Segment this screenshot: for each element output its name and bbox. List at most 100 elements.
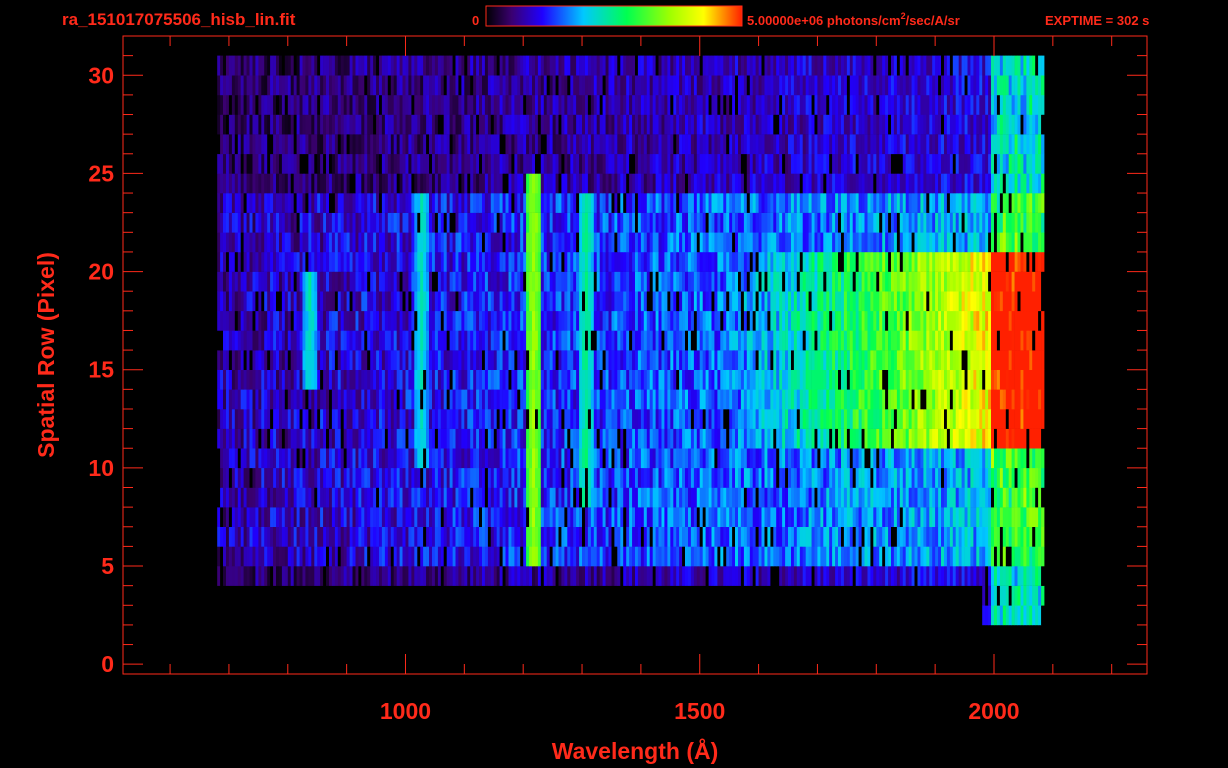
heatmap-cell bbox=[1032, 585, 1036, 606]
heatmap-cell bbox=[284, 232, 289, 253]
heatmap-cell bbox=[861, 546, 865, 567]
heatmap-cell bbox=[876, 566, 880, 586]
heatmap-cell bbox=[814, 350, 818, 370]
heatmap-cell bbox=[696, 310, 701, 331]
heatmap-cell bbox=[961, 369, 965, 390]
heatmap-cell bbox=[458, 232, 462, 253]
heatmap-cell bbox=[293, 291, 297, 312]
heatmap-cell bbox=[614, 232, 618, 253]
heatmap-cell bbox=[523, 487, 527, 508]
heatmap-cell bbox=[805, 566, 809, 586]
heatmap-cell bbox=[261, 546, 265, 567]
heatmap-cell bbox=[843, 448, 848, 469]
heatmap-cell bbox=[314, 350, 318, 370]
heatmap-cell bbox=[705, 507, 709, 527]
heatmap-cell bbox=[273, 251, 277, 272]
heatmap-cell bbox=[573, 526, 577, 547]
heatmap-cell bbox=[349, 330, 353, 351]
heatmap-cell bbox=[979, 350, 983, 370]
heatmap-cell bbox=[661, 330, 665, 351]
heatmap-cell bbox=[782, 271, 786, 292]
heatmap-cell bbox=[893, 291, 898, 312]
heatmap-cell bbox=[470, 330, 474, 351]
heatmap-cell bbox=[414, 566, 418, 586]
heatmap-cell bbox=[479, 271, 483, 292]
heatmap-cell bbox=[1008, 350, 1012, 370]
heatmap-cell bbox=[738, 369, 742, 390]
heatmap-cell bbox=[852, 526, 856, 547]
heatmap-cell bbox=[287, 487, 292, 508]
heatmap-cell bbox=[888, 448, 892, 469]
heatmap-cell bbox=[949, 409, 954, 429]
heatmap-cell bbox=[284, 566, 289, 586]
heatmap-cell bbox=[967, 330, 971, 351]
heatmap-cell bbox=[520, 350, 524, 370]
heatmap-cell bbox=[323, 566, 327, 586]
heatmap-cell bbox=[820, 507, 824, 527]
heatmap-cell bbox=[979, 546, 983, 567]
heatmap-cell bbox=[237, 251, 242, 272]
heatmap-cell bbox=[740, 448, 745, 469]
heatmap-cell bbox=[393, 566, 397, 586]
heatmap-cell bbox=[946, 389, 951, 410]
heatmap-cell bbox=[938, 271, 942, 292]
heatmap-cell bbox=[637, 232, 642, 253]
heatmap-cell bbox=[337, 310, 342, 331]
heatmap-cell bbox=[655, 546, 659, 567]
heatmap-cell bbox=[735, 467, 739, 488]
heatmap-cell bbox=[349, 546, 353, 567]
heatmap-cell bbox=[717, 448, 721, 469]
heatmap-cell bbox=[976, 350, 980, 370]
heatmap-cell bbox=[396, 526, 400, 547]
heatmap-cell bbox=[905, 310, 909, 331]
heatmap-cell bbox=[579, 428, 583, 449]
heatmap-cell bbox=[746, 428, 751, 449]
heatmap-cell bbox=[420, 487, 424, 508]
heatmap-cell bbox=[261, 487, 265, 508]
heatmap-cell bbox=[270, 507, 274, 527]
heatmap-cell bbox=[985, 566, 989, 586]
heatmap-cell bbox=[576, 310, 580, 331]
heatmap-cell bbox=[590, 409, 595, 429]
heatmap-cell bbox=[829, 467, 833, 488]
heatmap-cell bbox=[802, 291, 806, 312]
heatmap-cell bbox=[331, 310, 336, 331]
heatmap-cell bbox=[593, 566, 598, 586]
heatmap-cell bbox=[464, 389, 468, 410]
heatmap-cell bbox=[702, 467, 706, 488]
heatmap-cell bbox=[979, 310, 983, 331]
heatmap-cell bbox=[632, 291, 636, 312]
heatmap-cell bbox=[826, 566, 830, 586]
heatmap-cell bbox=[841, 546, 845, 567]
heatmap-cell bbox=[720, 507, 724, 527]
heatmap-cell bbox=[929, 526, 933, 547]
heatmap-cell bbox=[679, 448, 683, 469]
heatmap-cell bbox=[811, 271, 815, 292]
heatmap-cell bbox=[570, 251, 574, 272]
heatmap-cell bbox=[446, 310, 450, 331]
heatmap-cell bbox=[384, 291, 389, 312]
heatmap-cell bbox=[923, 487, 927, 508]
heatmap-cell bbox=[305, 448, 309, 469]
heatmap-cell bbox=[393, 428, 397, 449]
heatmap-cell bbox=[958, 526, 962, 547]
heatmap-cell bbox=[346, 409, 350, 429]
heatmap-cell bbox=[988, 585, 992, 606]
heatmap-cell bbox=[676, 330, 680, 351]
heatmap-cell bbox=[958, 330, 962, 351]
heatmap-cell bbox=[620, 546, 624, 567]
heatmap-cell bbox=[467, 507, 471, 527]
heatmap-cell bbox=[705, 291, 709, 312]
heatmap-cell bbox=[658, 310, 662, 331]
heatmap-cell bbox=[923, 507, 927, 527]
heatmap-cell bbox=[655, 566, 659, 586]
heatmap-cell bbox=[976, 448, 980, 469]
heatmap-cell bbox=[376, 526, 380, 547]
heatmap-cell bbox=[276, 448, 280, 469]
heatmap-cell bbox=[793, 467, 798, 488]
heatmap-cell bbox=[623, 409, 627, 429]
heatmap-cell bbox=[449, 409, 453, 429]
heatmap-cell bbox=[729, 526, 733, 547]
heatmap-cell bbox=[252, 350, 256, 370]
heatmap-cell bbox=[446, 467, 450, 488]
